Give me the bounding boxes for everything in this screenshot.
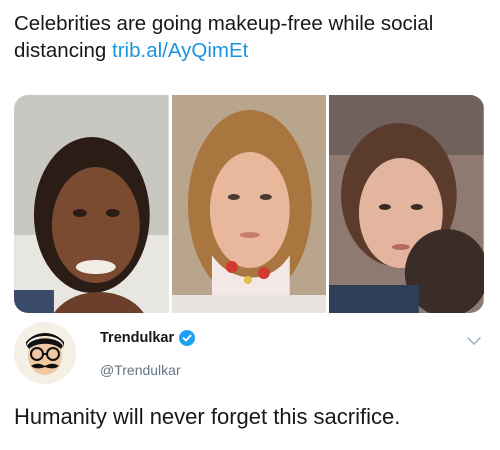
handle[interactable]: @Trendulkar <box>100 362 181 378</box>
photo-2[interactable] <box>171 95 327 313</box>
name-row: Trendulkar <box>100 330 196 346</box>
photo-collage[interactable] <box>14 95 484 313</box>
chevron-down-icon[interactable] <box>466 334 482 346</box>
photo-3[interactable] <box>329 95 484 313</box>
display-name[interactable]: Trendulkar <box>100 330 174 346</box>
tweet-text: Humanity will never forget this sacrific… <box>14 404 401 429</box>
photo-1[interactable] <box>14 95 169 313</box>
verified-badge-icon <box>179 330 196 346</box>
tweet-header: Trendulkar @Trendulkar <box>14 318 486 388</box>
post-headline: Celebrities are going makeup-free while … <box>14 10 484 64</box>
headline-link[interactable]: trib.al/AyQimEt <box>112 39 248 62</box>
avatar[interactable] <box>14 322 76 384</box>
